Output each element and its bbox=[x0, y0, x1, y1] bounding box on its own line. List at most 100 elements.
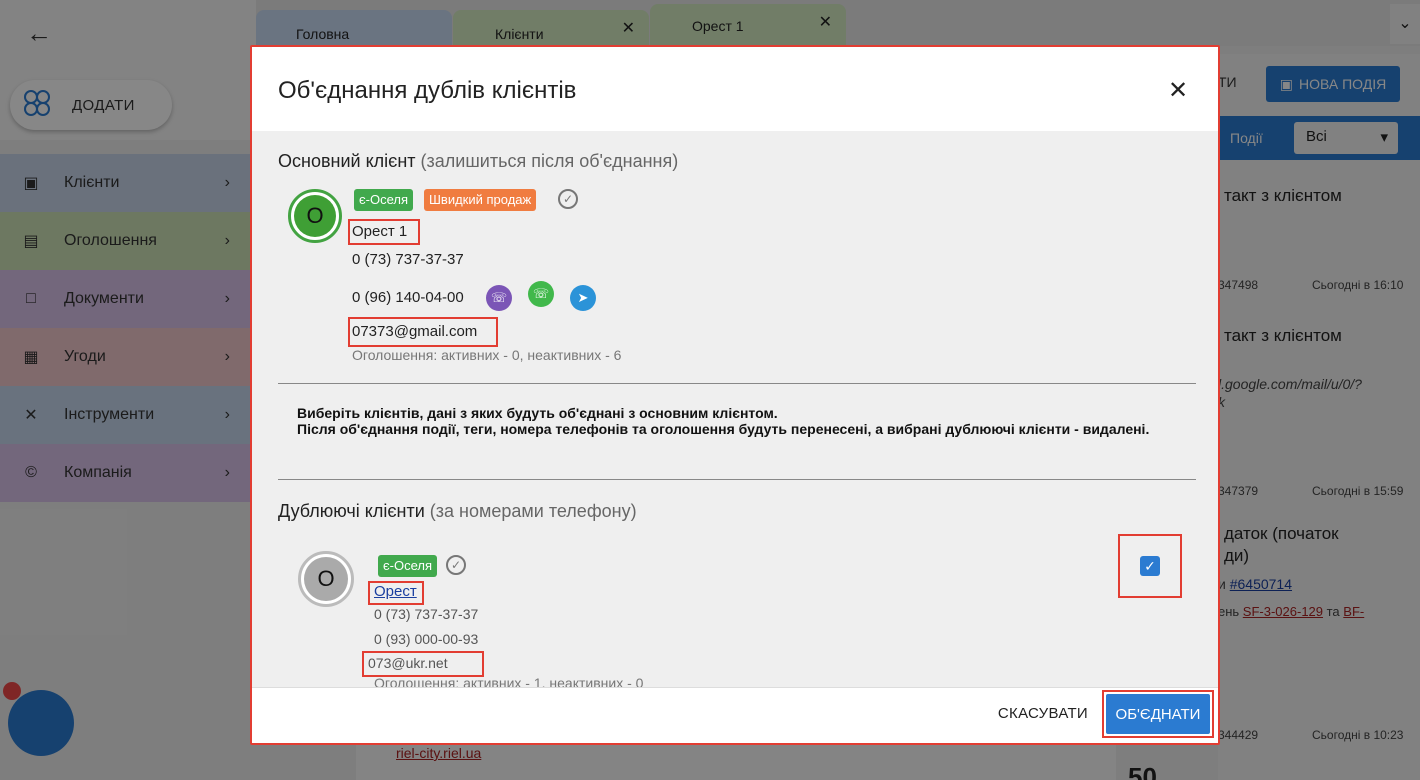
chevron-down-icon[interactable]: ⌄ bbox=[1390, 4, 1420, 44]
avatar: О bbox=[288, 189, 342, 243]
client-phone: 0 (93) 000-00-93 bbox=[374, 631, 479, 647]
sidebar-item-deals[interactable]: ▦ Угоди › bbox=[0, 328, 256, 386]
close-icon[interactable]: ✕ bbox=[1164, 77, 1192, 105]
merge-notice-text: Виберіть клієнтів, дані з яких будуть об… bbox=[297, 405, 1150, 437]
tools-icon: ✕ bbox=[24, 407, 38, 424]
edit-tags-icon[interactable]: ✓ bbox=[446, 555, 466, 575]
tab-bar: Головна Клієнти ✕ Орест 1 ✕ ⌄ bbox=[256, 0, 1420, 52]
highlight-box: ОБ'ЄДНАТИ bbox=[1102, 690, 1214, 738]
main-client-heading: Основний клієнт (залишиться після об'єдн… bbox=[278, 151, 678, 172]
telegram-icon[interactable]: ➤ bbox=[570, 285, 596, 311]
tag-eoselya: є-Оселя bbox=[354, 189, 413, 211]
divider bbox=[278, 479, 1196, 480]
dialog-body[interactable]: Основний клієнт (залишиться після об'єдн… bbox=[252, 131, 1218, 687]
dialog-header: Об'єднання дублів клієнтів ✕ bbox=[252, 47, 1218, 131]
event-link[interactable]: BF- bbox=[1343, 604, 1364, 619]
avatar-letter: О bbox=[306, 203, 324, 228]
merge-duplicates-dialog: Об'єднання дублів клієнтів ✕ Основний кл… bbox=[250, 45, 1220, 745]
filter-label: Події bbox=[1230, 130, 1263, 146]
sidebar-item-tools[interactable]: ✕ Інструменти › bbox=[0, 386, 256, 444]
event-meta-id: 347498 bbox=[1218, 278, 1259, 292]
event-line-prefix: ень bbox=[1218, 604, 1243, 619]
event-meta-id: 344429 bbox=[1218, 728, 1259, 742]
sidebar-item-label: Інструменти bbox=[64, 406, 155, 423]
partial-button[interactable]: ТИ bbox=[1218, 74, 1237, 90]
sidebar-item-listings[interactable]: ▤ Оголошення › bbox=[0, 212, 256, 270]
avatar-letter: О bbox=[317, 566, 335, 591]
tab-label: Орест 1 bbox=[692, 18, 744, 34]
close-tab-icon[interactable]: ✕ bbox=[622, 18, 635, 38]
calendar-plus-icon: ▣ bbox=[1279, 75, 1293, 92]
client-email: 073@ukr.net bbox=[368, 655, 448, 671]
client-listings: Оголошення: активних - 1, неактивних - 0 bbox=[374, 675, 644, 687]
event-meta-time: Сьогодні в 15:59 bbox=[1312, 484, 1404, 498]
chevron-right-icon: › bbox=[224, 174, 230, 191]
duplicate-select-checkbox[interactable]: ✓ bbox=[1140, 556, 1160, 576]
folder-icon: □ bbox=[26, 290, 36, 307]
event-title: такт з клієнтом bbox=[1224, 326, 1342, 345]
merge-notice: Виберіть клієнтів, дані з яких будуть об… bbox=[297, 405, 1187, 437]
cancel-button[interactable]: СКАСУВАТИ bbox=[998, 705, 1088, 722]
top-left-area: ← ДОДАТИ bbox=[0, 0, 256, 140]
money-icon: ▦ bbox=[23, 349, 39, 366]
section-note: (за номерами телефону) bbox=[429, 501, 637, 521]
event-title: ди) bbox=[1224, 546, 1250, 565]
sidebar-item-clients[interactable]: ▣ Клієнти › bbox=[0, 154, 256, 212]
close-tab-icon[interactable]: ✕ bbox=[819, 12, 832, 32]
highlight-box: ✓ bbox=[1118, 534, 1182, 598]
event-link[interactable]: SF-3-026-129 bbox=[1243, 604, 1323, 619]
sidebar-item-label: Угоди bbox=[64, 348, 106, 365]
chevron-down-icon: ▾ bbox=[1380, 129, 1388, 146]
sidebar-item-label: Оголошення bbox=[64, 232, 157, 249]
merge-button[interactable]: ОБ'ЄДНАТИ bbox=[1106, 694, 1210, 734]
site-link[interactable]: riel-city.riel.ua bbox=[396, 745, 481, 761]
event-line: ень SF-3-026-129 та BF- bbox=[1218, 604, 1364, 619]
listing-icon: ▤ bbox=[23, 233, 39, 250]
sidebar-item-label: Клієнти bbox=[64, 174, 120, 191]
duplicates-heading: Дублюючі клієнти (за номерами телефону) bbox=[278, 501, 637, 522]
event-meta-time: Сьогодні в 10:23 bbox=[1312, 728, 1404, 742]
viber-icon[interactable]: ☏ bbox=[486, 285, 512, 311]
tab-clients[interactable]: Клієнти ✕ bbox=[453, 10, 649, 50]
filter-value: Всі bbox=[1306, 128, 1327, 145]
edit-tags-icon[interactable]: ✓ bbox=[558, 189, 578, 209]
tag-eoselya: є-Оселя bbox=[378, 555, 437, 577]
event-link[interactable]: #6450714 bbox=[1230, 576, 1292, 592]
new-event-label: НОВА ПОДІЯ bbox=[1299, 76, 1387, 92]
add-button-label: ДОДАТИ bbox=[72, 96, 135, 114]
event-meta-time: Сьогодні в 16:10 bbox=[1312, 278, 1404, 292]
avatar: О bbox=[298, 551, 354, 607]
client-listings: Оголошення: активних - 0, неактивних - 6 bbox=[352, 347, 622, 363]
add-icon bbox=[24, 90, 54, 120]
events-filter: Події Всі ▾ bbox=[1218, 116, 1420, 160]
tab-label: Клієнти bbox=[495, 26, 544, 42]
event-title: даток (початок bbox=[1224, 524, 1339, 543]
chat-icon[interactable] bbox=[8, 690, 74, 756]
tag-quick-sale: Швидкий продаж bbox=[424, 189, 537, 211]
sidebar-item-company[interactable]: © Компанія › bbox=[0, 444, 256, 502]
chevron-right-icon: › bbox=[224, 348, 230, 365]
whatsapp-icon[interactable]: ☏ bbox=[528, 281, 554, 307]
events-filter-select[interactable]: Всі ▾ bbox=[1294, 122, 1398, 154]
merge-button-label: ОБ'ЄДНАТИ bbox=[1115, 705, 1201, 723]
event-snippet: l.google.com/mail/u/0/? bbox=[1218, 376, 1362, 392]
new-event-button[interactable]: ▣ НОВА ПОДІЯ bbox=[1266, 66, 1400, 102]
add-button[interactable]: ДОДАТИ bbox=[10, 80, 172, 130]
client-phone: 0 (73) 737-37-37 bbox=[352, 251, 464, 268]
tab-home[interactable]: Головна bbox=[256, 10, 452, 50]
sidebar-item-label: Компанія bbox=[64, 464, 132, 481]
arrow-left-icon[interactable]: ← bbox=[26, 18, 56, 48]
sidebar-item-documents[interactable]: □ Документи › bbox=[0, 270, 256, 328]
client-email: 07373@gmail.com bbox=[352, 323, 478, 340]
big-number: 50 bbox=[1128, 762, 1157, 780]
copyright-icon: © bbox=[25, 464, 37, 481]
client-phone: 0 (73) 737-37-37 bbox=[374, 606, 479, 622]
event-line: и #6450714 bbox=[1218, 576, 1292, 592]
event-meta-id: 347379 bbox=[1218, 484, 1259, 498]
events-panel: ТИ ▣ НОВА ПОДІЯ Події Всі ▾ такт з клієн… bbox=[1128, 54, 1420, 780]
tab-label: Головна bbox=[296, 26, 350, 42]
sidebar: ▣ Клієнти › ▤ Оголошення › □ Документи ›… bbox=[0, 154, 256, 502]
duplicate-client-name[interactable]: Орест bbox=[374, 583, 417, 600]
dialog-title: Об'єднання дублів клієнтів bbox=[278, 77, 577, 104]
event-line-text: та bbox=[1323, 604, 1344, 619]
